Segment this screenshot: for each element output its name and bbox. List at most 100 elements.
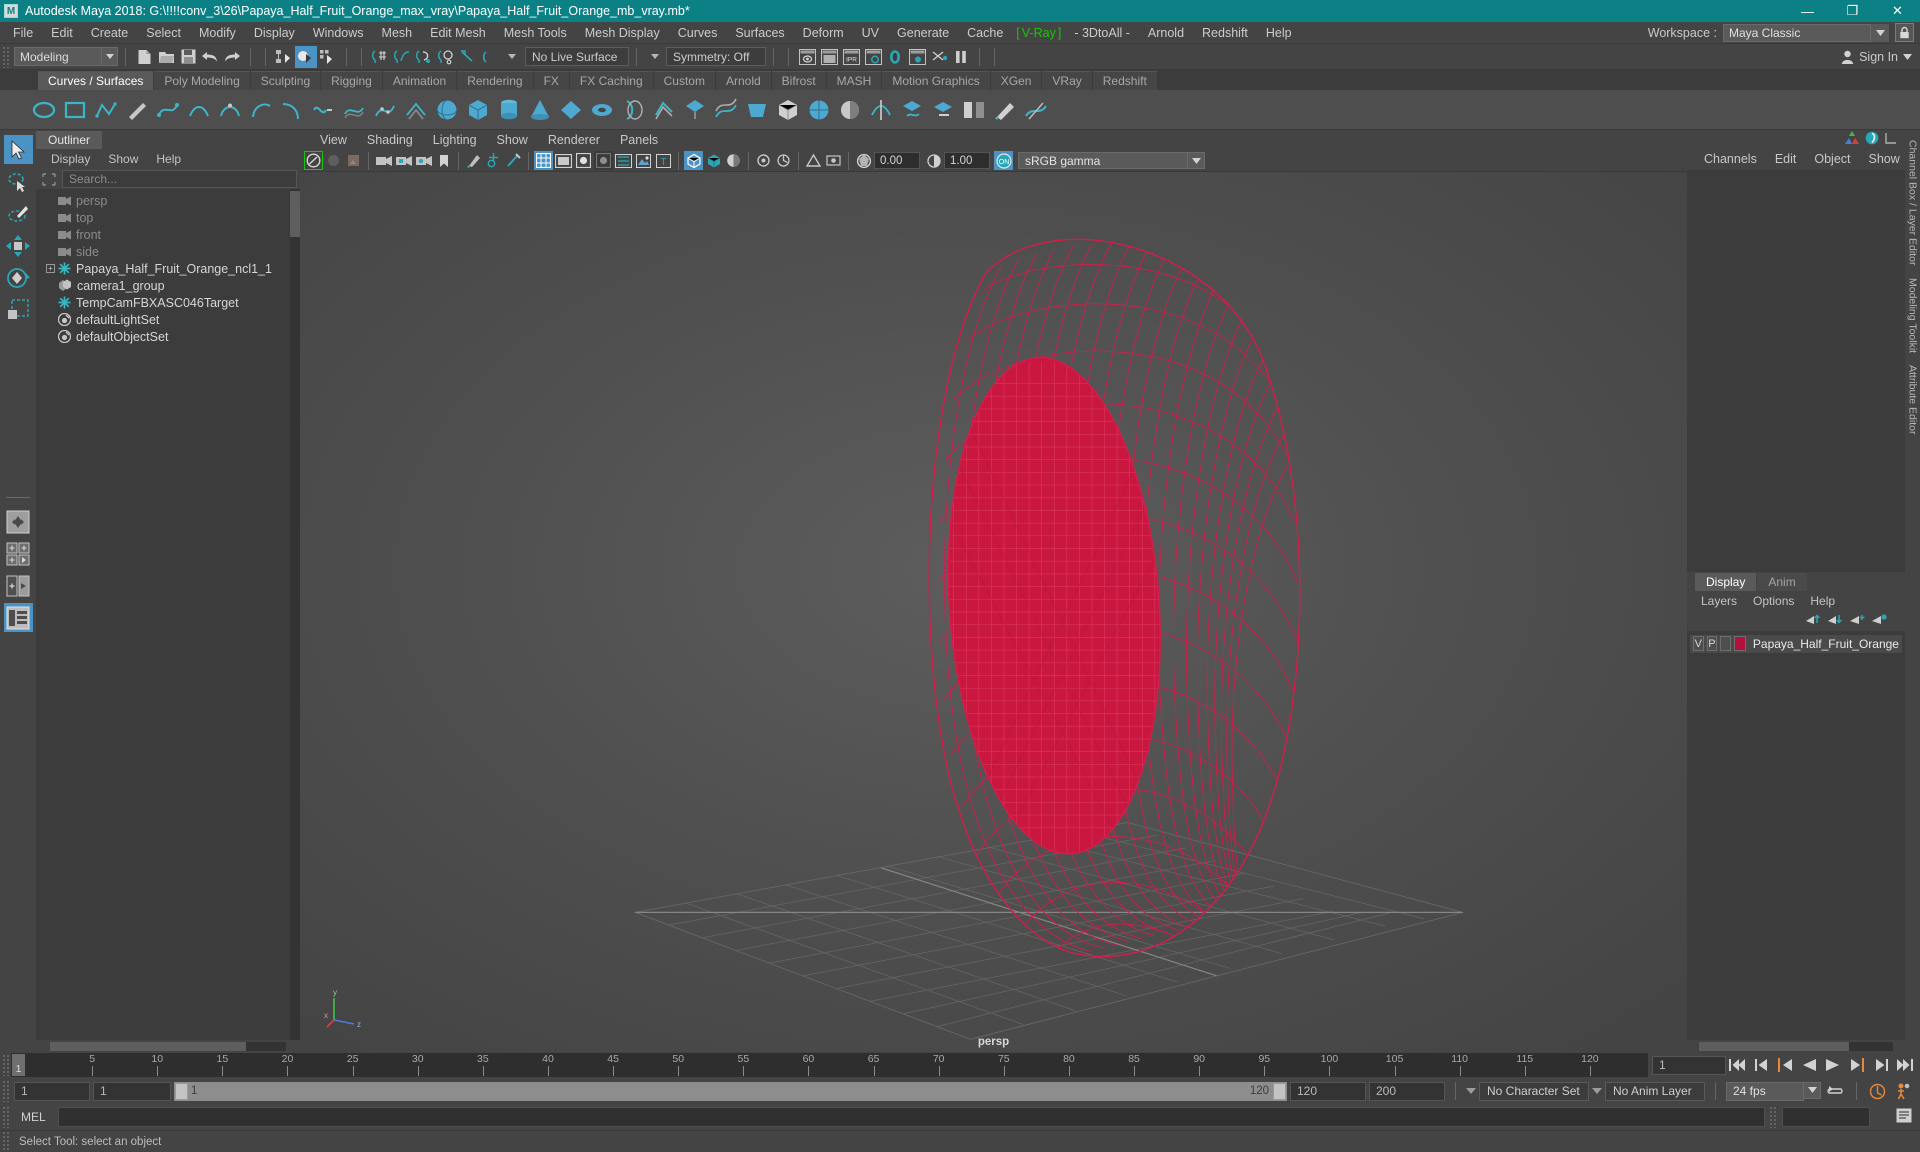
viewport-menu-view[interactable]: View bbox=[310, 130, 357, 150]
menuset-chevron-down-icon[interactable] bbox=[102, 47, 118, 66]
shelf-tab-arnold[interactable]: Arnold bbox=[715, 71, 771, 90]
paint-effects-icon[interactable] bbox=[464, 151, 483, 170]
character-set-field[interactable]: No Character Set bbox=[1479, 1081, 1589, 1101]
snap-to-curve-icon[interactable] bbox=[391, 46, 413, 68]
trim-tool-icon[interactable] bbox=[929, 96, 957, 124]
menu-arnold[interactable]: Arnold bbox=[1139, 22, 1193, 44]
redo-render-icon[interactable] bbox=[818, 46, 840, 68]
arc-two-point-icon[interactable] bbox=[247, 96, 275, 124]
symmetry-chevron-down-icon[interactable] bbox=[644, 46, 666, 68]
menu-uv[interactable]: UV bbox=[853, 22, 888, 44]
menu-vray[interactable]: [V-Ray] bbox=[1012, 22, 1065, 44]
manipulator-icon[interactable] bbox=[484, 151, 503, 170]
previous-key-icon[interactable] bbox=[1774, 1054, 1796, 1076]
outliner-item-papaya[interactable]: + Papaya_Half_Fruit_Orange_ncl1_1 bbox=[36, 260, 300, 277]
move-layer-down-icon[interactable] bbox=[1828, 613, 1843, 629]
hypershade-icon[interactable] bbox=[884, 46, 906, 68]
tab-object[interactable]: Object bbox=[1805, 148, 1859, 170]
shelf-tab-vray[interactable]: VRay bbox=[1042, 71, 1092, 90]
select-by-object-icon[interactable] bbox=[295, 45, 317, 68]
menu-edit-mesh[interactable]: Edit Mesh bbox=[421, 22, 495, 44]
layout-single-icon[interactable] bbox=[4, 507, 33, 536]
layer-list[interactable]: V P Papaya_Half_Fruit_Orange bbox=[1687, 630, 1905, 1040]
color-space-chevron-down-icon[interactable] bbox=[1188, 152, 1205, 169]
select-camera-icon[interactable] bbox=[304, 151, 323, 170]
bookmark-camera-icon[interactable] bbox=[344, 151, 363, 170]
range-start-time-field[interactable]: 1 bbox=[93, 1081, 171, 1101]
menu-modify[interactable]: Modify bbox=[190, 22, 245, 44]
current-frame-field[interactable]: 1 bbox=[1652, 1055, 1726, 1075]
menu-deform[interactable]: Deform bbox=[794, 22, 853, 44]
current-time-indicator[interactable]: 1 bbox=[12, 1054, 25, 1076]
surface-fillet-icon[interactable] bbox=[960, 96, 988, 124]
viewport-menu-lighting[interactable]: Lighting bbox=[423, 130, 487, 150]
range-slider-right-handle[interactable] bbox=[1273, 1082, 1286, 1100]
outliner-menu-help[interactable]: Help bbox=[147, 149, 190, 169]
range-end-time-field[interactable]: 120 bbox=[1290, 1081, 1366, 1101]
layer-menu-options[interactable]: Options bbox=[1745, 591, 1802, 611]
color-space-combo[interactable]: sRGB gamma bbox=[1018, 152, 1188, 169]
viewport-menu-renderer[interactable]: Renderer bbox=[538, 130, 610, 150]
curve-fillet-icon[interactable] bbox=[278, 96, 306, 124]
layer-tab-anim[interactable]: Anim bbox=[1757, 572, 1807, 591]
menu-surfaces[interactable]: Surfaces bbox=[726, 22, 793, 44]
outliner-menu-show[interactable]: Show bbox=[99, 149, 147, 169]
move-layer-up-icon[interactable] bbox=[1806, 613, 1821, 629]
wireframe-shading-icon[interactable] bbox=[534, 151, 553, 170]
shelf-tab-sculpting[interactable]: Sculpting bbox=[250, 71, 321, 90]
command-line-grip[interactable] bbox=[2, 1106, 11, 1128]
nurbs-torus-icon[interactable] bbox=[588, 96, 616, 124]
shelf-tab-poly-modeling[interactable]: Poly Modeling bbox=[154, 71, 250, 90]
bookmark-icon[interactable] bbox=[434, 151, 453, 170]
menu-select[interactable]: Select bbox=[137, 22, 190, 44]
help-line-grip[interactable] bbox=[2, 1130, 11, 1152]
menu-generate[interactable]: Generate bbox=[888, 22, 958, 44]
shelf-tab-curves-surfaces[interactable]: Curves / Surfaces bbox=[38, 71, 154, 90]
animation-start-time-field[interactable]: 1 bbox=[14, 1081, 90, 1101]
ep-curve-icon[interactable] bbox=[154, 96, 182, 124]
step-forward-icon[interactable] bbox=[1870, 1054, 1892, 1076]
sphere-plane-icon[interactable] bbox=[836, 96, 864, 124]
curve-rebuild-icon[interactable] bbox=[371, 96, 399, 124]
shadows-icon[interactable] bbox=[724, 151, 743, 170]
live-surface-field[interactable]: No Live Surface bbox=[525, 47, 629, 66]
outliner-item-side[interactable]: side bbox=[36, 243, 300, 260]
snap-to-point-icon[interactable] bbox=[413, 46, 435, 68]
wireframe-on-shaded-icon[interactable] bbox=[614, 151, 633, 170]
surface-editor-icon[interactable] bbox=[1022, 96, 1050, 124]
project-curve-icon[interactable] bbox=[898, 96, 926, 124]
gamma-icon[interactable] bbox=[924, 151, 943, 170]
loop-playback-icon[interactable] bbox=[1824, 1080, 1846, 1102]
viewport-menu-panels[interactable]: Panels bbox=[610, 130, 668, 150]
menu-curves[interactable]: Curves bbox=[669, 22, 727, 44]
range-slider-left-handle[interactable] bbox=[175, 1082, 188, 1100]
surface-loft-icon[interactable] bbox=[340, 96, 368, 124]
curve-attach-icon[interactable] bbox=[309, 96, 337, 124]
camera-attributes-icon[interactable] bbox=[394, 151, 413, 170]
layer-row-papaya[interactable]: V P Papaya_Half_Fruit_Orange bbox=[1690, 634, 1902, 653]
nurbs-cube-icon[interactable] bbox=[464, 96, 492, 124]
render-current-frame-icon[interactable] bbox=[796, 46, 818, 68]
auto-keyframe-icon[interactable] bbox=[1867, 1080, 1889, 1102]
make-live-icon[interactable] bbox=[479, 46, 501, 68]
scrollbar-trough[interactable] bbox=[50, 1041, 286, 1051]
layer-tab-display[interactable]: Display bbox=[1695, 572, 1757, 591]
outliner-item-tempcam[interactable]: TempCamFBXASC046Target bbox=[36, 294, 300, 311]
live-surface-chevron-down-icon[interactable] bbox=[501, 46, 523, 68]
command-output-grip[interactable] bbox=[1769, 1106, 1778, 1128]
exposure-field[interactable]: 0.00 bbox=[874, 152, 920, 169]
menu-help[interactable]: Help bbox=[1257, 22, 1301, 44]
toolbar-grip[interactable] bbox=[2, 45, 11, 68]
revolve-icon[interactable] bbox=[619, 96, 647, 124]
camera-settings-icon[interactable] bbox=[414, 151, 433, 170]
screen-space-ao-icon[interactable] bbox=[754, 151, 773, 170]
square-curve-icon[interactable] bbox=[61, 96, 89, 124]
pencil-curve-icon[interactable] bbox=[123, 96, 151, 124]
layer-menu-layers[interactable]: Layers bbox=[1693, 591, 1745, 611]
toggle-render-icon[interactable] bbox=[928, 46, 950, 68]
shelf-tab-custom[interactable]: Custom bbox=[653, 71, 715, 90]
shelf-tab-rigging[interactable]: Rigging bbox=[321, 71, 382, 90]
ipr-render-icon[interactable]: IPR bbox=[840, 46, 862, 68]
offset-curve-icon[interactable] bbox=[402, 96, 430, 124]
go-to-start-icon[interactable] bbox=[1726, 1054, 1748, 1076]
